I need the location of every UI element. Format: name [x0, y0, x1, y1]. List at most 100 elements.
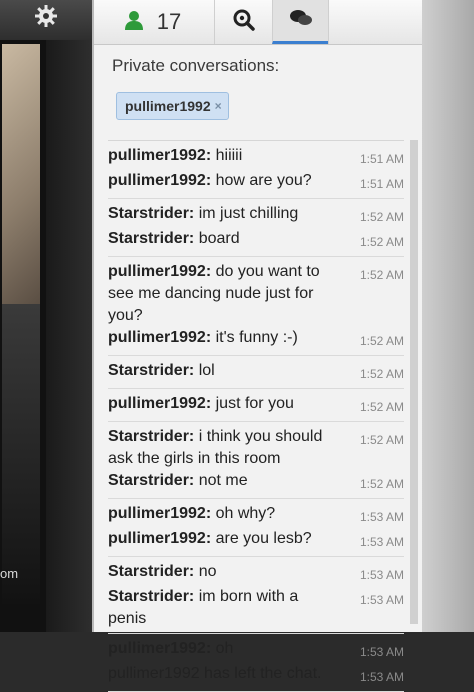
scroll-thumb[interactable] [410, 140, 418, 624]
message-group: pullimer1992: do you want to see me danc… [108, 257, 404, 356]
message-time: 1:53 AM [359, 510, 404, 524]
message-sender[interactable]: pullimer1992: [108, 530, 211, 547]
message-sender[interactable]: Starstrider: [108, 230, 194, 247]
message-sender[interactable]: pullimer1992: [108, 263, 211, 280]
message-group: pullimer1992: oh 1:53 AM pullimer1992 has … [108, 634, 404, 692]
message-time: 1:53 AM [359, 593, 404, 607]
system-message: pullimer1992 has left the chat. [108, 665, 322, 682]
message-time: 1:52 AM [359, 400, 404, 414]
left-toolbar [0, 0, 92, 40]
section-title: Private conversations: [112, 56, 280, 75]
chat-message: pullimer1992: hiiiii 1:51 AM [108, 145, 404, 170]
message-time: 1:51 AM [359, 152, 404, 166]
message-sender[interactable]: Starstrider: [108, 428, 194, 445]
chat-message: pullimer1992: do you want to see me danc… [108, 261, 404, 327]
chat-message: pullimer1992: just for you 1:52 AM [108, 393, 404, 418]
message-text: oh why? [215, 505, 276, 522]
message-group: pullimer1992: hiiiii 1:51 AM pullimer1992:… [108, 141, 404, 199]
message-sender[interactable]: pullimer1992: [108, 147, 211, 164]
scrollbar[interactable] [410, 140, 418, 624]
message-text: it's funny :-) [215, 329, 298, 346]
message-body: Starstrider: not me [108, 470, 346, 492]
user-icon [123, 9, 145, 36]
window-edge [422, 0, 474, 632]
message-time: 1:53 AM [359, 535, 404, 549]
message-body: Starstrider: im born with a penis [108, 586, 346, 630]
chat-message: Starstrider: not me 1:52 AM [108, 470, 404, 495]
message-body: pullimer1992: do you want to see me danc… [108, 261, 346, 327]
tab-separator [328, 0, 329, 44]
message-sender[interactable]: Starstrider: [108, 588, 194, 605]
tab-search[interactable] [214, 0, 273, 44]
chat-panel: 17 Private conversations: pullimer1992 ×… [92, 0, 422, 692]
message-time: 1:52 AM [359, 477, 404, 491]
message-text: are you lesb? [215, 530, 312, 547]
partial-label: om [0, 566, 19, 581]
message-list: pullimer1992: hiiiii 1:51 AM pullimer1992:… [108, 140, 404, 692]
message-body: Starstrider: im just chilling [108, 203, 346, 225]
chat-message: pullimer1992: it's funny :-) 1:52 AM [108, 327, 404, 352]
message-time: 1:52 AM [359, 235, 404, 249]
message-group: Starstrider: im just chilling 1:52 AM Star… [108, 199, 404, 257]
message-time: 1:52 AM [359, 367, 404, 381]
message-sender[interactable]: Starstrider: [108, 205, 194, 222]
chat-message: Starstrider: i think you should ask the … [108, 426, 404, 470]
message-group: Starstrider: i think you should ask the … [108, 422, 404, 499]
message-sender[interactable]: pullimer1992: [108, 505, 211, 522]
left-divider-area [46, 40, 92, 632]
message-body: pullimer1992: how are you? [108, 170, 346, 192]
message-time: 1:52 AM [359, 210, 404, 224]
message-sender[interactable]: pullimer1992: [108, 329, 211, 346]
chat-message: pullimer1992: oh why? 1:53 AM [108, 503, 404, 528]
conversation-chip[interactable]: pullimer1992 × [116, 92, 229, 120]
chat-bubbles-icon [288, 7, 314, 34]
chat-message: Starstrider: no 1:53 AM [108, 561, 404, 586]
chat-message: pullimer1992 has left the chat. 1:53 AM [108, 663, 404, 688]
message-sender[interactable]: pullimer1992: [108, 172, 211, 189]
message-body: pullimer1992: it's funny :-) [108, 327, 346, 349]
tab-private-chats[interactable] [272, 0, 328, 44]
message-body: pullimer1992 has left the chat. [108, 663, 346, 685]
message-text: im just chilling [198, 205, 299, 222]
message-time: 1:52 AM [359, 334, 404, 348]
message-group: Starstrider: lol 1:52 AM [108, 356, 404, 389]
user-count: 17 [156, 9, 182, 34]
message-sender[interactable]: Starstrider: [108, 563, 194, 580]
chat-message: pullimer1992: oh 1:53 AM [108, 638, 404, 663]
message-time: 1:53 AM [359, 670, 404, 684]
message-time: 1:53 AM [359, 645, 404, 659]
message-group: pullimer1992: just for you 1:52 AM [108, 389, 404, 422]
tab-users[interactable]: 17 [102, 0, 202, 44]
message-text: just for you [215, 395, 294, 412]
message-body: pullimer1992: are you lesb? [108, 528, 346, 550]
webcam-image-lower [2, 304, 40, 604]
message-sender[interactable]: Starstrider: [108, 362, 194, 379]
message-text: oh [215, 640, 234, 657]
message-body: pullimer1992: oh [108, 638, 346, 660]
chat-message: Starstrider: im just chilling 1:52 AM [108, 203, 404, 228]
message-body: Starstrider: i think you should ask the … [108, 426, 346, 470]
search-icon [232, 8, 256, 37]
message-text: how are you? [215, 172, 312, 189]
message-sender[interactable]: pullimer1992: [108, 640, 211, 657]
panel-tabs: 17 [94, 0, 422, 45]
close-icon[interactable]: × [215, 99, 222, 113]
message-text: hiiiii [215, 147, 243, 164]
message-time: 1:51 AM [359, 177, 404, 191]
message-body: pullimer1992: oh why? [108, 503, 346, 525]
message-body: Starstrider: board [108, 228, 346, 250]
message-body: Starstrider: lol [108, 360, 346, 382]
chat-message: pullimer1992: how are you? 1:51 AM [108, 170, 404, 195]
chip-label: pullimer1992 [125, 98, 211, 114]
message-group: pullimer1992: oh why? 1:53 AM pullimer1992… [108, 499, 404, 557]
message-body: Starstrider: no [108, 561, 346, 583]
message-body: pullimer1992: hiiiii [108, 145, 346, 167]
gear-icon[interactable] [34, 4, 58, 28]
chat-message: pullimer1992: are you lesb? 1:53 AM [108, 528, 404, 553]
message-sender[interactable]: Starstrider: [108, 472, 194, 489]
message-text: no [198, 563, 217, 580]
message-time: 1:53 AM [359, 568, 404, 582]
message-text: not me [198, 472, 248, 489]
message-time: 1:52 AM [359, 433, 404, 447]
message-sender[interactable]: pullimer1992: [108, 395, 211, 412]
